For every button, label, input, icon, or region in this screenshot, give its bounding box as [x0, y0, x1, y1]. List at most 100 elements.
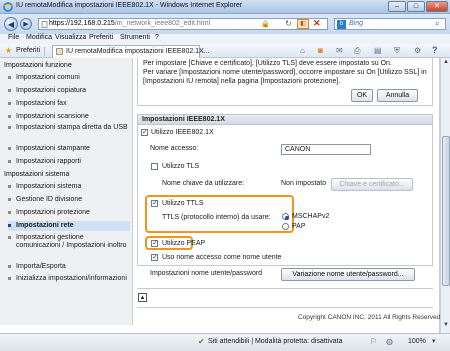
key-name-label: Nome chiave da utilizzare: [162, 180, 245, 187]
browser-tab[interactable]: IU remotaModifica impostazioni IEEE802.1… [52, 45, 210, 58]
key-name-value: Non impostato [281, 180, 327, 187]
sidebar-item-label: Impostazioni stampa diretta da USB [16, 124, 128, 131]
bullet-icon [8, 236, 11, 239]
use-tls-checkbox[interactable] [151, 163, 158, 170]
sidebar-item-stampa-usb[interactable]: Impostazioni stampa diretta da USB [8, 124, 130, 142]
bullet-icon [8, 160, 11, 163]
menu-file[interactable]: File [8, 34, 19, 41]
use-tls-label: Utilizzo TLS [162, 163, 200, 170]
bullet-icon [8, 265, 11, 268]
key-certificate-button[interactable]: Chiave e certificato... [331, 178, 413, 191]
bullet-icon [8, 89, 11, 92]
tab-title: IU remotaModifica impostazioni IEEE802.1… [66, 48, 210, 55]
sidebar-section-sistema: Impostazioni sistema [4, 171, 70, 178]
copyright-text: Copyright CANON INC. 2011 All Rights Res… [298, 314, 441, 321]
forward-button[interactable]: ▶ [20, 18, 32, 30]
use-peap-checkbox[interactable]: ✓ [151, 240, 158, 247]
help-icon[interactable]: ? [432, 45, 438, 55]
use-peap-label: Utilizzo PEAP [162, 240, 206, 247]
menu-bar: File Modifica Visualizza Preferiti Strum… [0, 34, 450, 44]
bullet-icon [8, 147, 11, 150]
change-user-password-button[interactable]: Variazione nome utente/password... [281, 268, 415, 281]
sidebar-item-label: Importa/Esporta [16, 263, 66, 270]
page-icon [41, 21, 48, 28]
globe-icon[interactable]: ◍ [386, 337, 393, 346]
sidebar-item-inizializza[interactable]: Inizializza impostazioni/informazioni [8, 275, 130, 293]
menu-visualizza[interactable]: Visualizza [55, 34, 86, 41]
certificate-lock-icon[interactable]: 🔒 [261, 20, 271, 29]
maximize-button[interactable]: □ [407, 1, 425, 12]
bullet-icon [8, 224, 11, 227]
ie-logo-icon [3, 2, 13, 12]
refresh-icon[interactable]: ↻ [285, 19, 292, 28]
url-host: https://192.168.0.215 [49, 20, 115, 27]
home-icon[interactable]: ⌂ [300, 46, 305, 55]
pap-radio[interactable] [282, 223, 289, 230]
zoom-level[interactable]: 100% [408, 338, 426, 345]
notice-line: [Impostazioni IU remota] nella pagina [I… [143, 78, 341, 85]
same-name-label: Uso nome accesso come nome utente [162, 254, 282, 261]
sidebar-item-comunicazioni[interactable]: Impostazioni gestione comunicazioni / Im… [8, 234, 130, 260]
browser-name: - Windows Internet Explorer [155, 2, 243, 9]
section-header: Impostazioni IEEE802.1X [137, 114, 433, 125]
cancel-button[interactable]: Annulla [377, 89, 418, 102]
compatibility-icon[interactable]: ◧ [297, 19, 309, 29]
vertical-scrollbar[interactable]: ▲ ▼ [440, 58, 450, 333]
menu-preferiti[interactable]: Preferiti [89, 34, 113, 41]
same-name-checkbox[interactable]: ✓ [151, 254, 158, 261]
address-url: https://192.168.0.215/m_network_ieee802_… [49, 20, 210, 27]
menu-help[interactable]: ? [155, 34, 159, 41]
notice-line: Per impostare [Chiave e certificato], [U… [143, 60, 392, 67]
bing-icon: b [337, 20, 346, 29]
ok-button[interactable]: OK [351, 89, 373, 102]
page-menu-icon[interactable]: ▤ [374, 46, 382, 55]
login-name-input[interactable]: CANON [281, 144, 371, 155]
pap-label: PAP [292, 223, 306, 230]
bullet-icon [8, 126, 11, 129]
search-input[interactable]: b Bing ⌕ [334, 18, 446, 30]
bullet-icon [8, 102, 11, 105]
mschapv2-radio[interactable] [282, 213, 289, 220]
bullet-icon [8, 185, 11, 188]
notice-line: Per variare [Impostazioni nome utente/pa… [143, 69, 427, 76]
scroll-up-icon[interactable]: ▲ [442, 59, 450, 67]
use-ieee-checkbox[interactable]: ✓ [141, 129, 148, 136]
address-field[interactable]: https://192.168.0.215/m_network_ieee802_… [38, 18, 328, 30]
mail-icon[interactable]: ✉ [336, 46, 343, 55]
favorites-button[interactable]: Preferiti [16, 47, 40, 54]
bullet-icon [8, 211, 11, 214]
menu-modifica[interactable]: Modifica [26, 34, 52, 41]
back-to-top-icon[interactable]: ▲ [138, 293, 147, 302]
use-ttls-label: Utilizzo TTLS [162, 200, 204, 207]
bullet-icon [8, 277, 11, 280]
sidebar-item-label: Impostazioni protezione [16, 209, 90, 216]
tab-page-icon [56, 48, 63, 55]
sidebar-item-rete[interactable]: Impostazioni rete [8, 221, 130, 231]
sidebar: Impostazioni funzione Impostazioni comun… [0, 58, 133, 325]
safety-menu-icon[interactable]: ⛨ [394, 46, 400, 56]
stop-icon[interactable]: ✕ [313, 18, 321, 29]
zoom-dropdown-icon[interactable]: ▾ [432, 337, 436, 345]
scroll-down-icon[interactable]: ▼ [442, 322, 450, 330]
trusted-sites-icon: ✔ [198, 337, 205, 346]
tools-menu-icon[interactable]: ⚙ [414, 46, 421, 55]
feeds-icon[interactable]: ◙ [318, 46, 323, 55]
use-ttls-checkbox[interactable]: ✓ [151, 200, 158, 207]
security-zone-text: Siti attendibili | Modalità protetta: di… [208, 338, 343, 345]
login-name-label: Nome accesso: [150, 145, 199, 152]
minimize-button[interactable]: – [388, 1, 406, 12]
search-placeholder: Bing [349, 20, 364, 27]
divider [137, 307, 433, 308]
menu-strumenti[interactable]: Strumenti [120, 34, 150, 41]
sidebar-item-label: Impostazioni copiatura [16, 87, 87, 94]
window-title: IU remotaModifica impostazioni IEEE802.1… [16, 2, 242, 9]
bullet-icon [8, 76, 11, 79]
status-bar: ✔ Siti attendibili | Modalità protetta: … [0, 333, 450, 351]
protected-mode-icon[interactable]: ⚐ [370, 337, 377, 346]
sidebar-item-label: Inizializza impostazioni/informazioni [16, 275, 127, 282]
print-icon[interactable]: ⎙ [354, 46, 360, 56]
search-icon[interactable]: ⌕ [435, 19, 439, 29]
back-button[interactable]: ◀ [4, 17, 18, 31]
scroll-thumb[interactable] [442, 136, 450, 286]
close-button[interactable]: ✕ [426, 1, 448, 12]
